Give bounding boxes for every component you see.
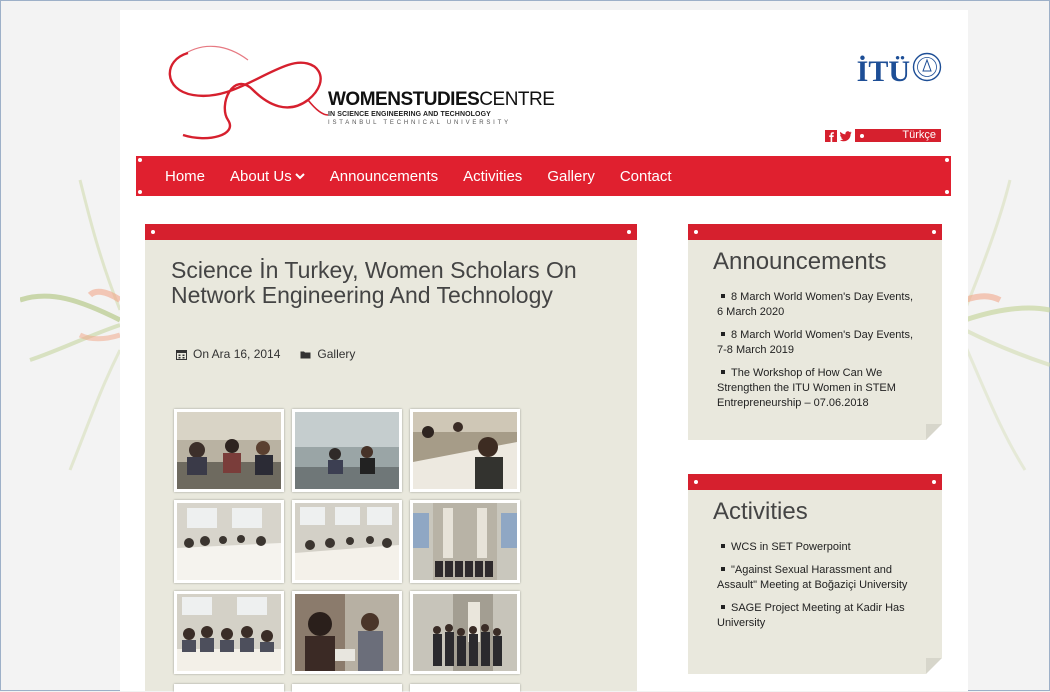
gallery-thumbnail[interactable] xyxy=(292,591,402,674)
twitter-icon[interactable] xyxy=(840,130,852,142)
list-item[interactable]: 8 March World Women's Day Events, 7-8 Ma… xyxy=(717,328,917,358)
main-navigation: Home About Us Announcements Activities G… xyxy=(136,156,951,196)
gallery-thumbnail[interactable] xyxy=(174,500,284,583)
announcement-link[interactable]: 8 March World Women's Day Events, 7-8 Ma… xyxy=(717,329,913,356)
photo-gallery xyxy=(174,409,520,674)
nav-contact[interactable]: Contact xyxy=(620,168,672,185)
language-bullet-icon xyxy=(860,133,864,138)
page-container: WOMENSTUDIESCENTRE IN SCIENCE ENGINEERIN… xyxy=(120,10,968,692)
bar-dot xyxy=(932,480,936,484)
post-category-link[interactable]: Gallery xyxy=(317,347,355,361)
nav-about-us-label: About Us xyxy=(230,167,292,185)
bullet-icon xyxy=(721,544,725,548)
itu-seal-icon xyxy=(912,52,942,82)
activity-link[interactable]: SAGE Project Meeting at Kadir Has Univer… xyxy=(717,602,905,629)
gallery-thumbnail[interactable] xyxy=(292,500,402,583)
activities-title: Activities xyxy=(713,498,808,525)
bullet-icon xyxy=(721,567,725,571)
activities-list: WCS in SET Powerpoint "Against Sexual Ha… xyxy=(717,540,917,639)
logo-subtitle: IN SCIENCE ENGINEERING AND TECHNOLOGY xyxy=(328,111,491,118)
announcement-link[interactable]: 8 March World Women's Day Events, 6 Marc… xyxy=(717,291,913,318)
nav-corner-dot xyxy=(138,158,142,162)
meeting-photo xyxy=(177,412,281,489)
gallery-thumbnail[interactable] xyxy=(292,409,402,492)
post-meta: On Ara 16, 2014 Gallery xyxy=(176,347,355,361)
nav-gallery[interactable]: Gallery xyxy=(547,168,595,185)
bar-dot xyxy=(627,230,631,234)
bullet-icon xyxy=(721,332,725,336)
nav-corner-dot xyxy=(138,190,142,194)
nav-about-us[interactable]: About Us xyxy=(230,168,305,185)
group-photo xyxy=(413,594,517,671)
widget-header-bar xyxy=(688,474,942,490)
folder-icon xyxy=(300,351,311,358)
list-item[interactable]: The Workshop of How Can We Strengthen th… xyxy=(717,366,917,411)
announcements-title: Announcements xyxy=(713,248,887,275)
bullet-icon xyxy=(721,294,725,298)
meeting-photo xyxy=(177,594,281,671)
gallery-thumbnail[interactable] xyxy=(410,409,520,492)
list-item[interactable]: WCS in SET Powerpoint xyxy=(717,540,917,555)
language-label: Türkçe xyxy=(902,129,936,141)
meeting-photo xyxy=(295,412,399,489)
nav-activities[interactable]: Activities xyxy=(463,168,522,185)
post-title[interactable]: Science İn Turkey, Women Scholars On Net… xyxy=(171,258,591,308)
post-card: Science İn Turkey, Women Scholars On Net… xyxy=(145,224,637,692)
widget-header-bar xyxy=(688,224,942,240)
nav-home[interactable]: Home xyxy=(165,168,205,185)
nav-announcements[interactable]: Announcements xyxy=(330,168,438,185)
list-item[interactable]: SAGE Project Meeting at Kadir Has Univer… xyxy=(717,601,917,631)
meeting-photo xyxy=(295,594,399,671)
facebook-icon[interactable] xyxy=(825,129,837,142)
logo-title: WOMENSTUDIESCENTRE xyxy=(328,89,555,110)
logo-bold-women: WOMEN xyxy=(328,89,401,110)
gallery-thumbnail[interactable] xyxy=(174,409,284,492)
nav-corner-dot xyxy=(945,190,949,194)
calendar-icon xyxy=(176,349,187,360)
chevron-down-icon xyxy=(295,173,305,180)
language-switch-button[interactable]: Türkçe xyxy=(855,129,941,142)
gallery-thumbnail[interactable] xyxy=(174,591,284,674)
meeting-photo xyxy=(295,503,399,580)
announcements-list: 8 March World Women's Day Events, 6 Marc… xyxy=(717,290,917,419)
page-fold-corner xyxy=(926,424,942,440)
bar-dot xyxy=(932,230,936,234)
bullet-icon xyxy=(721,370,725,374)
activity-link[interactable]: WCS in SET Powerpoint xyxy=(731,541,851,553)
social-language-bar: Türkçe xyxy=(825,129,941,142)
bar-dot xyxy=(151,230,155,234)
bar-dot xyxy=(694,480,698,484)
bullet-icon xyxy=(721,605,725,609)
gallery-thumbnail[interactable] xyxy=(410,591,520,674)
nav-corner-dot xyxy=(945,158,949,162)
announcements-widget: Announcements 8 March World Women's Day … xyxy=(688,224,942,440)
list-item[interactable]: 8 March World Women's Day Events, 6 Marc… xyxy=(717,290,917,320)
meeting-photo xyxy=(413,412,517,489)
group-photo xyxy=(413,503,517,580)
logo-light-centre: CENTRE xyxy=(479,89,555,110)
itu-logo[interactable]: İTÜ xyxy=(857,52,942,92)
itu-logo-text: İTÜ xyxy=(856,55,910,88)
logo-university: ISTANBUL TECHNICAL UNIVERSITY xyxy=(328,120,511,126)
list-item[interactable]: "Against Sexual Harassment and Assault" … xyxy=(717,563,917,593)
activities-widget: Activities WCS in SET Powerpoint "Agains… xyxy=(688,474,942,674)
background-flower-left xyxy=(20,179,120,471)
background-flower-right xyxy=(965,179,1050,471)
page-fold-corner xyxy=(926,658,942,674)
post-date: On Ara 16, 2014 xyxy=(193,347,281,361)
wsc-logo-text: WOMENSTUDIESCENTRE IN SCIENCE ENGINEERIN… xyxy=(328,89,555,128)
meeting-photo xyxy=(177,503,281,580)
bar-dot xyxy=(694,230,698,234)
announcement-link[interactable]: The Workshop of How Can We Strengthen th… xyxy=(717,367,896,409)
post-card-header-bar xyxy=(145,224,637,240)
logo-bold-studies: STUDIES xyxy=(400,89,480,110)
wsc-logo-swirl xyxy=(168,45,328,140)
activity-link[interactable]: "Against Sexual Harassment and Assault" … xyxy=(717,564,907,591)
gallery-thumbnail[interactable] xyxy=(410,500,520,583)
